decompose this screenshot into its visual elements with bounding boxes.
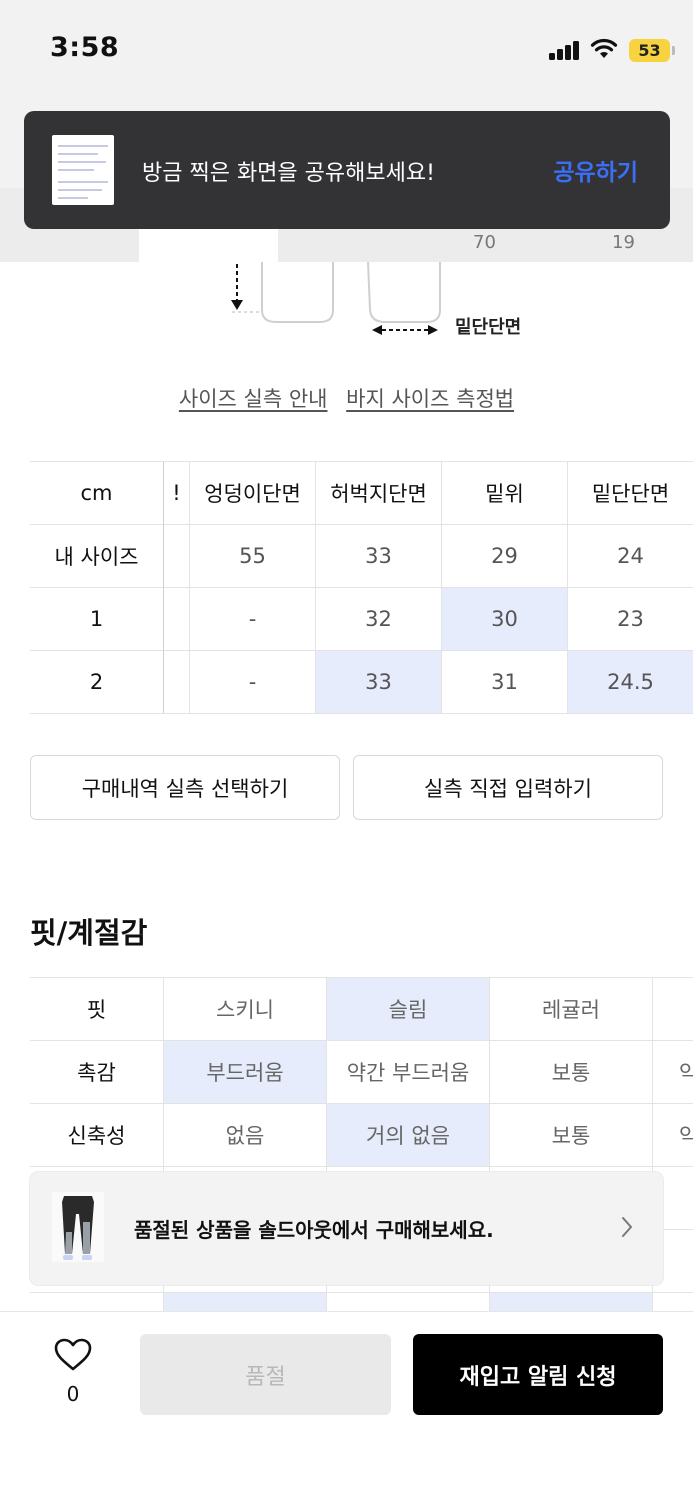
table-cell: - <box>190 650 316 713</box>
fit-row-label: 촉감 <box>30 1040 164 1103</box>
table-cell <box>164 524 190 587</box>
table-row[interactable]: 내 사이즈 55 33 29 24 <box>30 524 693 587</box>
pants-measure-link[interactable]: 바지 사이즈 측정법 <box>346 387 514 411</box>
table-divider <box>30 713 693 714</box>
table-cell: 55 <box>190 524 316 587</box>
toast-message: 방금 찍은 화면을 공유해보세요! <box>142 161 435 186</box>
hem-label: 밑단단면 <box>455 317 522 338</box>
fit-option: 보통 <box>490 1103 653 1166</box>
table-cell-highlighted: 33 <box>316 650 442 713</box>
table-header: 엉덩이단면 <box>190 461 316 524</box>
banner-text: 품절된 상품을 솔드아웃에서 구매해보세요. <box>134 1218 494 1242</box>
fit-row-label: 신축성 <box>30 1103 164 1166</box>
fit-row: 촉감 부드러움 약간 부드러움 보통 약 <box>30 1040 693 1103</box>
table-header: ! <box>164 461 190 524</box>
size-guide-link[interactable]: 사이즈 실측 안내 <box>179 387 328 411</box>
fit-option-selected: 거의 없음 <box>327 1103 490 1166</box>
row-label: 2 <box>30 650 164 713</box>
peek-value: 70 <box>473 232 496 253</box>
fit-option: 스키니 <box>164 977 327 1040</box>
peek-value: 19 <box>612 232 635 253</box>
table-cell <box>164 650 190 713</box>
fit-option-selected: 슬림 <box>327 977 490 1040</box>
size-links: 사이즈 실측 안내 바지 사이즈 측정법 <box>0 383 693 413</box>
status-time: 3:58 <box>50 32 120 63</box>
table-header: 허벅지단면 <box>316 461 442 524</box>
like-count: 0 <box>66 1382 80 1406</box>
size-table: cm ! 엉덩이단면 허벅지단면 밑위 밑단단면 내 사이즈 55 33 29 … <box>30 461 693 714</box>
table-row[interactable]: 1 - 32 30 23 <box>30 587 693 650</box>
table-cell: 24 <box>568 524 693 587</box>
purchase-history-button[interactable]: 구매내역 실측 선택하기 <box>30 755 340 820</box>
fit-option: 레귤러 <box>490 977 653 1040</box>
fit-option: 약 <box>653 1040 693 1103</box>
screenshot-thumbnail[interactable] <box>52 135 114 205</box>
share-button[interactable]: 공유하기 <box>553 153 638 187</box>
battery-icon: 53 <box>629 39 670 62</box>
row-label: 1 <box>30 587 164 650</box>
table-header: 밑단단면 <box>568 461 693 524</box>
status-bar: 3:58 53 <box>0 0 693 100</box>
restock-alert-button[interactable]: 재입고 알림 신청 <box>413 1334 663 1415</box>
table-cell: 29 <box>442 524 568 587</box>
heart-icon[interactable] <box>54 1338 92 1372</box>
pants-measurement-diagram <box>231 262 441 335</box>
table-cell: - <box>190 587 316 650</box>
soldout-banner[interactable]: 품절된 상품을 솔드아웃에서 구매해보세요. <box>30 1172 663 1285</box>
battery-cap <box>672 46 675 55</box>
direct-input-button[interactable]: 실측 직접 입력하기 <box>353 755 663 820</box>
row-label: 내 사이즈 <box>30 524 164 587</box>
table-cell: 23 <box>568 587 693 650</box>
table-cell: 33 <box>316 524 442 587</box>
battery-level: 53 <box>638 41 661 60</box>
chevron-right-icon <box>622 1217 632 1237</box>
fit-option: 약간 부드러움 <box>327 1040 490 1103</box>
table-header-row: cm ! 엉덩이단면 허벅지단면 밑위 밑단단면 <box>30 461 693 524</box>
fit-row: 신축성 없음 거의 없음 보통 약 <box>30 1103 693 1166</box>
share-toast: 방금 찍은 화면을 공유해보세요! 공유하기 <box>24 111 670 229</box>
fit-option: 보통 <box>490 1040 653 1103</box>
fit-option: 약 <box>653 1103 693 1166</box>
table-cell: 31 <box>442 650 568 713</box>
section-title: 핏/계절감 <box>30 916 148 950</box>
table-cell: 32 <box>316 587 442 650</box>
fit-row: 핏 스키니 슬림 레귤러 <box>30 977 693 1040</box>
table-header: 밑위 <box>442 461 568 524</box>
wifi-icon <box>590 38 618 58</box>
pants-product-image <box>52 1192 104 1262</box>
table-header: cm <box>30 461 164 524</box>
table-cell-highlighted: 24.5 <box>568 650 693 713</box>
soldout-button: 품절 <box>140 1334 391 1415</box>
table-row[interactable]: 2 - 33 31 24.5 <box>30 650 693 713</box>
fit-option <box>653 977 693 1040</box>
table-cell-highlighted: 30 <box>442 587 568 650</box>
fit-table: 핏 스키니 슬림 레귤러 촉감 부드러움 약간 부드러움 보통 약 신축성 없음… <box>30 977 693 1355</box>
fit-option: 없음 <box>164 1103 327 1166</box>
fit-row-label: 핏 <box>30 977 164 1040</box>
table-cell <box>164 587 190 650</box>
fit-option-selected: 부드러움 <box>164 1040 327 1103</box>
cellular-signal-icon <box>549 40 581 60</box>
